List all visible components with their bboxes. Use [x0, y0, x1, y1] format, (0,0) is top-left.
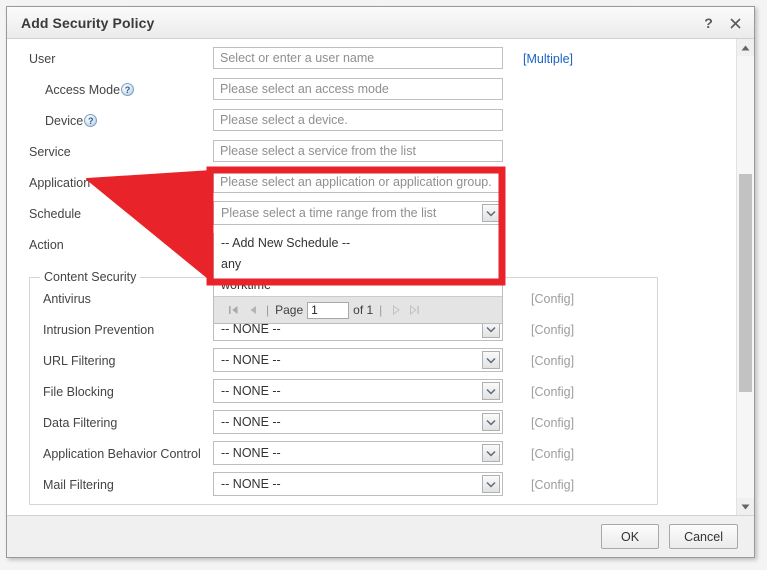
close-icon[interactable]: [727, 15, 744, 32]
file-blocking-select-value: -- NONE --: [221, 384, 281, 398]
label-user: User: [29, 52, 55, 66]
chevron-down-icon[interactable]: [482, 413, 500, 431]
previous-page-icon[interactable]: [245, 302, 260, 318]
form-row-service: Service Please select a service from the…: [7, 136, 736, 167]
form-row-schedule: Schedule Please select a time range from…: [7, 198, 736, 229]
scrollbar-track[interactable]: [737, 56, 754, 498]
data-filtering-select-value: -- NONE --: [221, 415, 281, 429]
form-row-access-mode: Access Mode ? Please select an access mo…: [7, 74, 736, 105]
form-row-user: User Select or enter a user name [Multip…: [7, 43, 736, 74]
pager-page-input[interactable]: [307, 302, 349, 319]
mail-filtering-select[interactable]: -- NONE --: [213, 472, 503, 496]
content-row-application-behavior-control: Application Behavior Control -- NONE -- …: [7, 438, 736, 469]
url-filtering-config-link[interactable]: [Config]: [531, 354, 574, 368]
mail-filtering-config-link[interactable]: [Config]: [531, 478, 574, 492]
user-multiple-link[interactable]: [Multiple]: [523, 52, 573, 66]
application-behavior-control-select[interactable]: -- NONE --: [213, 441, 503, 465]
checkbox-row-record-policy-matching-log: Record Policy Matching Log Enable: [7, 514, 736, 515]
pager-separator-left: |: [264, 303, 271, 317]
data-filtering-select[interactable]: -- NONE --: [213, 410, 503, 434]
schedule-select-value: Please select a time range from the list: [221, 206, 436, 220]
dialog-titlebar: Add Security Policy ?: [7, 7, 754, 39]
form-row-application: Application Please select an application…: [7, 167, 736, 198]
schedule-option-worktime[interactable]: worktime: [214, 275, 502, 296]
label-action: Action: [29, 238, 64, 252]
dialog-footer: OK Cancel: [7, 515, 754, 557]
url-filtering-select[interactable]: -- NONE --: [213, 348, 503, 372]
mail-filtering-select-value: -- NONE --: [221, 477, 281, 491]
pager-of-label: of 1: [353, 303, 373, 317]
user-input[interactable]: Select or enter a user name: [213, 47, 503, 69]
add-security-policy-dialog: Add Security Policy ? User Select or ent…: [6, 6, 755, 558]
content-row-mail-filtering: Mail Filtering -- NONE -- [Config]: [7, 469, 736, 500]
content-row-data-filtering: Data Filtering -- NONE -- [Config]: [7, 407, 736, 438]
application-behavior-control-config-link[interactable]: [Config]: [531, 447, 574, 461]
label-data-filtering: Data Filtering: [43, 416, 117, 430]
dialog-body: User Select or enter a user name [Multip…: [7, 39, 754, 515]
content-row-file-blocking: File Blocking -- NONE -- [Config]: [7, 376, 736, 407]
application-behavior-control-select-value: -- NONE --: [221, 446, 281, 460]
device-input[interactable]: Please select a device.: [213, 109, 503, 131]
file-blocking-select[interactable]: -- NONE --: [213, 379, 503, 403]
label-mail-filtering: Mail Filtering: [43, 478, 114, 492]
access-mode-input[interactable]: Please select an access mode: [213, 78, 503, 100]
service-input[interactable]: Please select a service from the list: [213, 140, 503, 162]
dialog-title: Add Security Policy: [21, 15, 154, 31]
application-input[interactable]: Please select an application or applicat…: [213, 171, 503, 193]
device-help-icon[interactable]: ?: [84, 114, 97, 127]
label-schedule: Schedule: [29, 207, 81, 221]
label-file-blocking: File Blocking: [43, 385, 114, 399]
titlebar-buttons: ?: [700, 7, 744, 39]
last-page-icon[interactable]: [407, 302, 422, 318]
label-device: Device: [45, 114, 83, 128]
pager-separator-right: |: [377, 303, 384, 317]
label-service: Service: [29, 145, 71, 159]
form-scrollbar[interactable]: [736, 39, 754, 515]
content-security-legend: Content Security: [40, 270, 140, 284]
scroll-up-icon[interactable]: [737, 39, 754, 56]
intrusion-prevention-config-link[interactable]: [Config]: [531, 323, 574, 337]
schedule-dropdown-list[interactable]: -- Add New Schedule -- any worktime: [213, 233, 503, 324]
label-application: Application: [29, 176, 90, 190]
chevron-down-icon[interactable]: [482, 444, 500, 462]
chevron-down-icon[interactable]: [482, 382, 500, 400]
ok-button[interactable]: OK: [601, 524, 659, 549]
pager-page-label: Page: [275, 303, 303, 317]
intrusion-prevention-select-value: -- NONE --: [221, 322, 281, 336]
file-blocking-config-link[interactable]: [Config]: [531, 385, 574, 399]
label-url-filtering: URL Filtering: [43, 354, 115, 368]
label-access-mode: Access Mode: [45, 83, 120, 97]
schedule-select[interactable]: Please select a time range from the list: [213, 201, 503, 225]
scroll-down-icon[interactable]: [737, 498, 754, 515]
form-row-device: Device ? Please select a device.: [7, 105, 736, 136]
next-page-icon[interactable]: [388, 302, 403, 318]
screen: Add Security Policy ? User Select or ent…: [0, 0, 767, 570]
content-row-url-filtering: URL Filtering -- NONE -- [Config]: [7, 345, 736, 376]
schedule-option-add-new[interactable]: -- Add New Schedule --: [214, 233, 502, 254]
first-page-icon[interactable]: [226, 302, 241, 318]
help-icon[interactable]: ?: [700, 15, 717, 32]
schedule-option-any[interactable]: any: [214, 254, 502, 275]
url-filtering-select-value: -- NONE --: [221, 353, 281, 367]
scrollbar-thumb[interactable]: [739, 174, 752, 392]
cancel-button[interactable]: Cancel: [669, 524, 738, 549]
antivirus-config-link[interactable]: [Config]: [531, 292, 574, 306]
chevron-down-icon[interactable]: [482, 475, 500, 493]
policy-form: User Select or enter a user name [Multip…: [7, 39, 736, 515]
access-mode-help-icon[interactable]: ?: [121, 83, 134, 96]
label-antivirus: Antivirus: [43, 292, 91, 306]
chevron-down-icon[interactable]: [482, 351, 500, 369]
data-filtering-config-link[interactable]: [Config]: [531, 416, 574, 430]
label-intrusion-prevention: Intrusion Prevention: [43, 323, 154, 337]
label-application-behavior-control: Application Behavior Control: [43, 447, 201, 461]
chevron-down-icon[interactable]: [482, 204, 500, 222]
schedule-dropdown-pager: | Page of 1 |: [214, 296, 502, 323]
